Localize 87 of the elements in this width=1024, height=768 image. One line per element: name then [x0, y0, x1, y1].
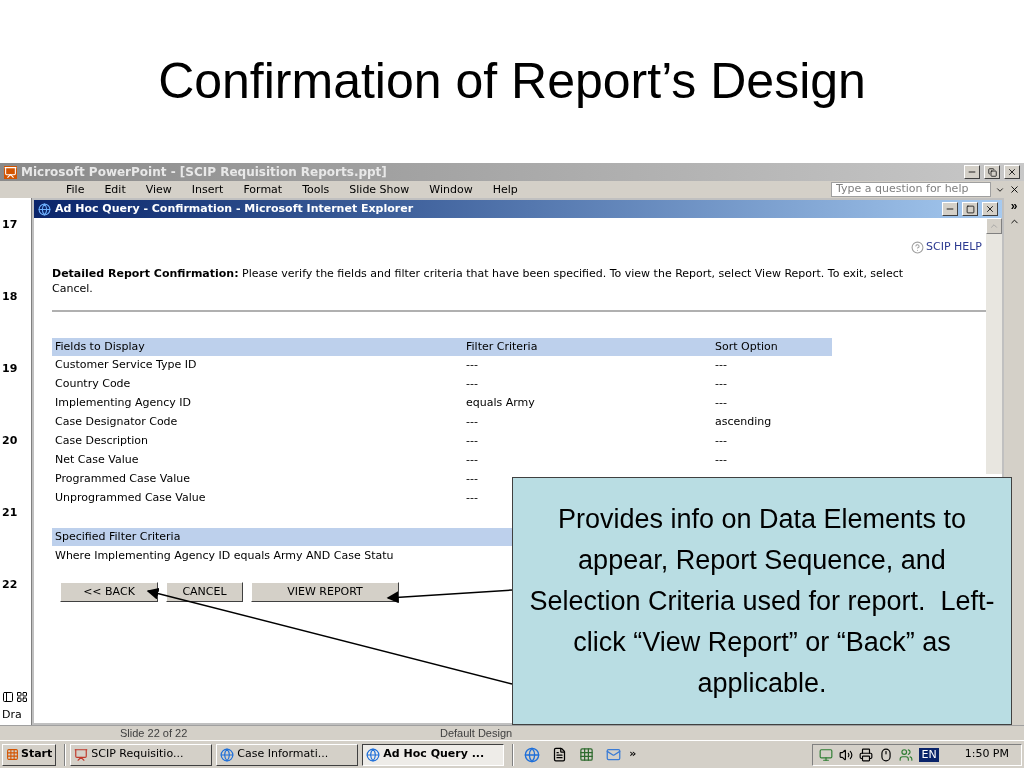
printer-icon[interactable] — [859, 747, 874, 762]
clock: 1:50 PM — [964, 746, 1009, 763]
table-cell-text: --- — [465, 414, 479, 431]
globe-icon — [366, 747, 381, 762]
menu-item[interactable]: Window — [429, 182, 473, 197]
scrollbar[interactable] — [986, 218, 1002, 474]
table-cell-text: --- — [714, 452, 728, 469]
table-cell-text: --- — [714, 357, 728, 374]
form-button[interactable]: << BACK — [60, 582, 158, 602]
maximize-button[interactable] — [962, 202, 978, 216]
slide-number[interactable]: 22 — [2, 576, 18, 594]
table-cell-text: Net Case Value — [54, 452, 140, 469]
menu-item[interactable]: Edit — [104, 182, 126, 197]
close-icon[interactable] — [1009, 184, 1020, 195]
menu-item[interactable]: View — [145, 182, 172, 197]
taskbar-button[interactable]: Ad Hoc Query ... — [362, 743, 505, 766]
globe-icon — [38, 202, 51, 216]
slide-number[interactable]: 20 — [2, 432, 18, 450]
speaker-icon[interactable] — [839, 747, 854, 762]
slide-number[interactable]: 18 — [2, 288, 18, 306]
table-cell-text: ascending — [714, 414, 773, 431]
taskbar-button[interactable]: Case Informati... — [216, 743, 359, 766]
start-button[interactable]: Start — [2, 743, 57, 766]
sorter-view-icon[interactable] — [16, 690, 28, 703]
restore-button[interactable] — [984, 165, 1000, 179]
table-cell-text: Unprogrammed Case Value — [54, 490, 207, 507]
close-button[interactable] — [1004, 165, 1020, 179]
slides-icon — [74, 747, 89, 762]
language-indicator[interactable]: EN — [919, 747, 939, 762]
help-icon — [910, 240, 924, 254]
table-cell-text: --- — [465, 357, 479, 374]
app-icon — [4, 165, 17, 179]
table-cell-text: --- — [465, 490, 479, 507]
mail-icon[interactable] — [606, 747, 622, 762]
close-button[interactable] — [982, 202, 998, 216]
globe-icon — [220, 747, 235, 762]
table-cell-text: Case Designator Code — [54, 414, 179, 431]
menu-item[interactable]: Insert — [191, 182, 224, 197]
menu-item[interactable]: Format — [243, 182, 283, 197]
menu-item[interactable]: Tools — [302, 182, 330, 197]
monitor-icon[interactable] — [819, 747, 834, 762]
table-cell-text: Customer Service Type ID — [54, 357, 198, 374]
restore-icon — [987, 167, 997, 177]
normal-view-icon[interactable] — [2, 690, 14, 703]
slide-number[interactable]: 21 — [2, 504, 18, 522]
table-cell-text: --- — [465, 433, 479, 450]
status-text: Default Design — [440, 725, 513, 741]
table-cell-text: Implementing Agency ID — [54, 395, 193, 412]
table-cell-text: --- — [465, 471, 479, 488]
quick-launch-overflow[interactable]: » — [629, 746, 637, 763]
maximize-icon — [965, 204, 975, 214]
menu-item[interactable]: Slide Show — [349, 182, 410, 197]
slide-number[interactable]: 17 — [2, 216, 18, 234]
filter-criteria-text: Where Implementing Agency ID equals Army AND Case Statu — [54, 548, 394, 564]
document-icon[interactable] — [552, 747, 568, 762]
table-cell-text: Country Code — [54, 376, 132, 393]
table-cell-text: --- — [714, 376, 728, 393]
close-icon — [1007, 167, 1017, 177]
menu-item[interactable]: Help — [492, 182, 518, 197]
users-icon[interactable] — [899, 747, 914, 762]
window-title: Ad Hoc Query - Confirmation - Microsoft Internet Explorer — [55, 200, 415, 217]
taskbar-button[interactable]: SCIP Requisitio... — [70, 743, 213, 766]
table-cell-text: --- — [465, 376, 479, 393]
minimize-button[interactable] — [942, 202, 958, 216]
toolbar-overflow[interactable]: » — [1010, 200, 1018, 212]
globe-icon[interactable] — [524, 746, 541, 763]
menu-item[interactable]: File — [66, 182, 85, 197]
draw-menu[interactable]: Dra — [2, 706, 28, 723]
grid-icon[interactable] — [579, 747, 595, 762]
intro-paragraph: Detailed Report Confirmation: Please verify the fields and filter criteria that have been specified. To view the Report, select View Report. To exit, select Cancel. — [52, 266, 905, 296]
help-link[interactable]: SCIP HELP — [925, 238, 982, 256]
table-cell-text: Case Description — [54, 433, 150, 450]
form-button[interactable]: VIEW REPORT — [251, 582, 399, 602]
window-title: Microsoft PowerPoint - [SCIP Requisition Reports.ppt] — [21, 164, 388, 181]
table-cell-text: --- — [465, 452, 479, 469]
table-cell-text: --- — [714, 433, 728, 450]
slide-number[interactable]: 19 — [2, 360, 18, 378]
status-text: Slide 22 of 22 — [120, 725, 189, 741]
minimize-button[interactable] — [964, 165, 980, 179]
help-search-field[interactable]: Type a question for help — [831, 182, 991, 197]
close-icon — [985, 204, 995, 214]
mouse-icon[interactable] — [879, 747, 894, 762]
table-cell-text: Programmed Case Value — [54, 471, 191, 488]
table-cell-text: --- — [714, 395, 728, 412]
form-button[interactable]: CANCEL — [166, 582, 243, 602]
table-cell-text: equals Army — [465, 395, 536, 412]
slide-title: Confirmation of Report’s Design — [158, 52, 866, 111]
